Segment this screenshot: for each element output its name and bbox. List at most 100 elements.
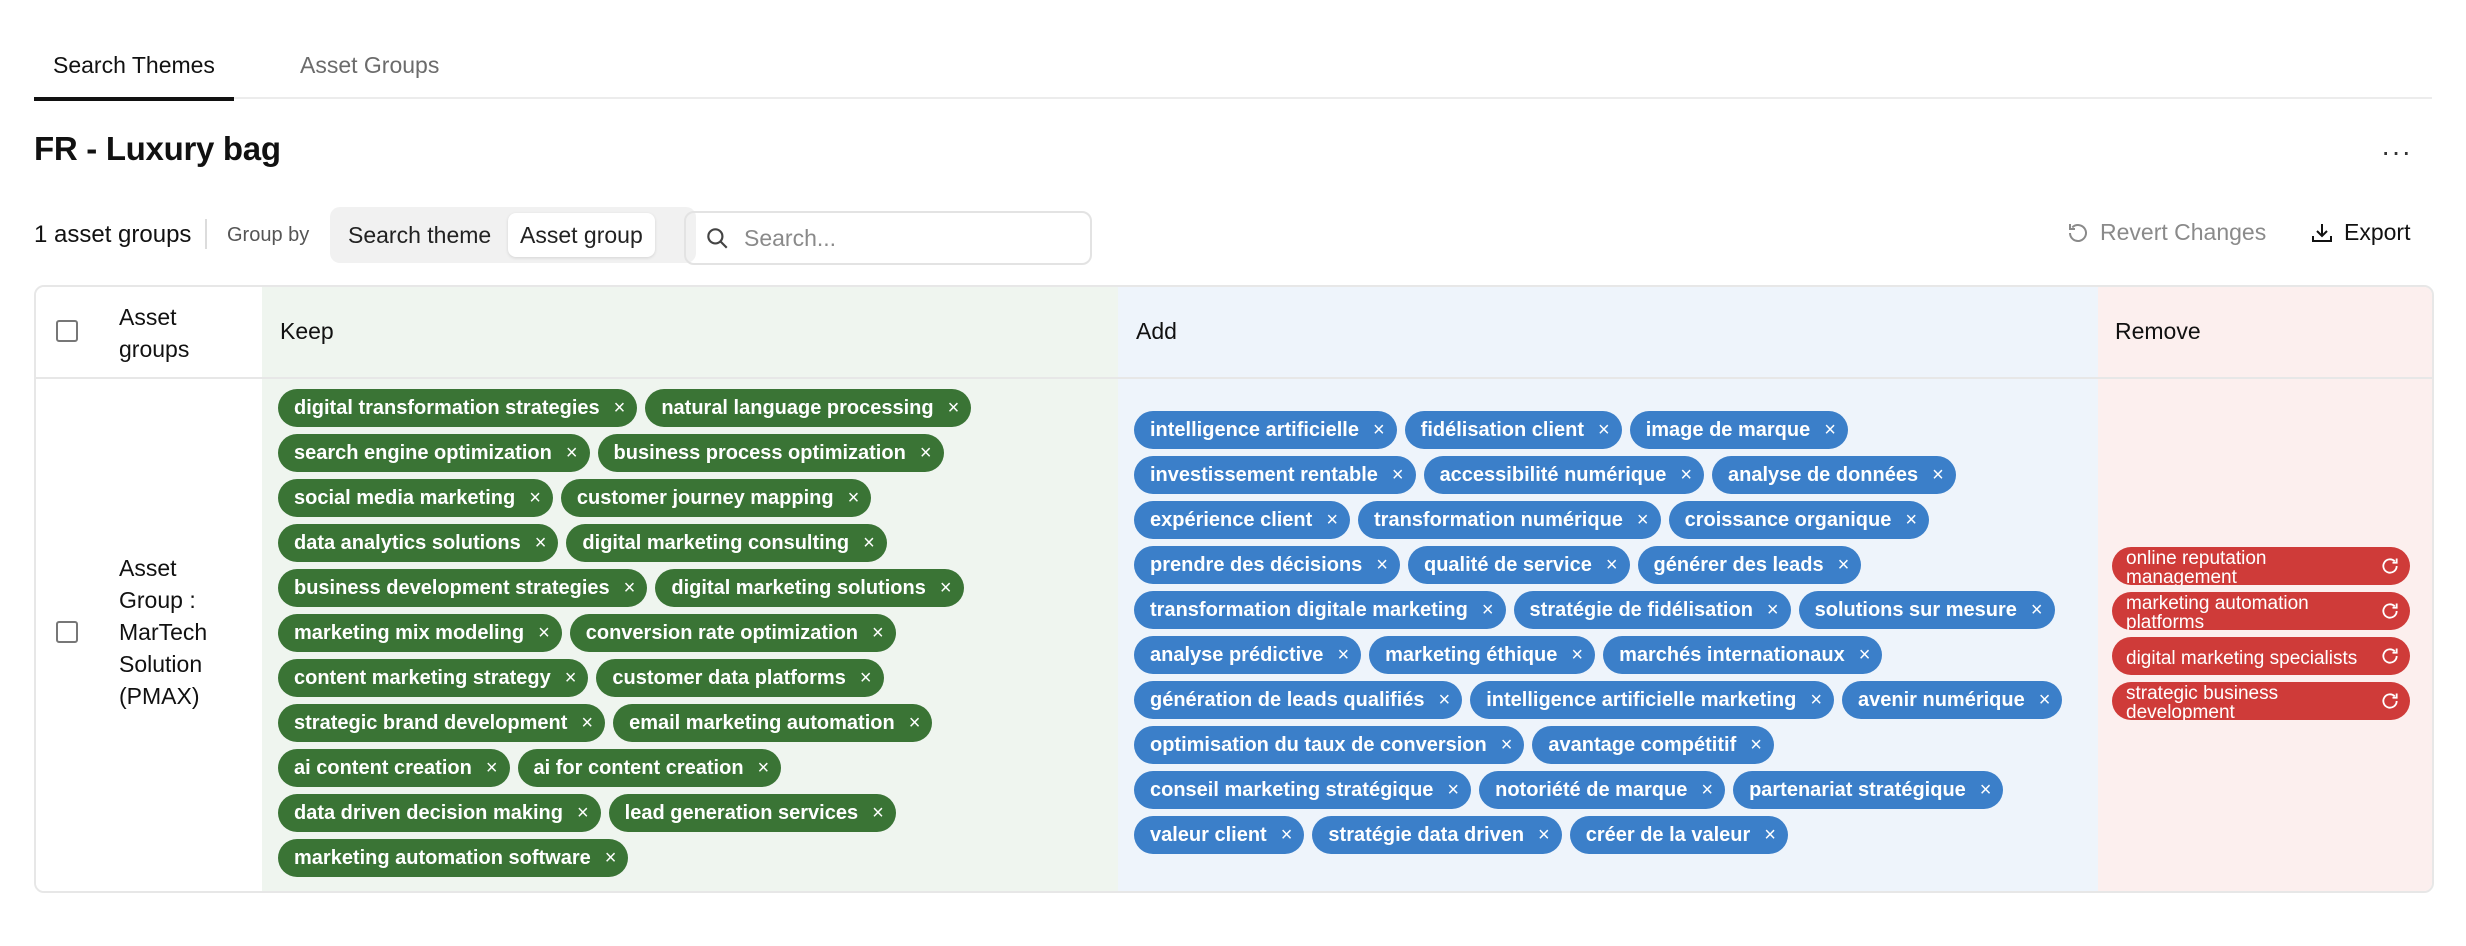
add-chip[interactable]: intelligence artificielle marketing × [1470, 681, 1835, 719]
add-chip[interactable]: avantage compétitif × [1532, 726, 1774, 764]
keep-chip[interactable]: business development strategies × [278, 569, 648, 607]
close-icon[interactable]: × [948, 397, 960, 420]
add-chip[interactable]: optimisation du taux de conversion × [1134, 726, 1525, 764]
keep-chip[interactable]: marketing mix modeling × [278, 614, 562, 652]
keep-chip[interactable]: email marketing automation × [613, 704, 933, 742]
close-icon[interactable]: × [577, 802, 589, 825]
keep-chip[interactable]: business process optimization × [597, 434, 944, 472]
remove-chip[interactable]: online reputation management [2112, 547, 2410, 585]
keep-chip[interactable]: marketing automation software × [278, 839, 629, 877]
export-button[interactable]: Export [2310, 219, 2410, 246]
keep-chip[interactable]: lead generation services × [608, 794, 896, 832]
remove-chip[interactable]: marketing automation platforms [2112, 592, 2410, 630]
close-icon[interactable]: × [848, 487, 860, 510]
close-icon[interactable]: × [1571, 644, 1583, 667]
restore-icon[interactable] [2380, 601, 2400, 621]
close-icon[interactable]: × [2039, 689, 2051, 712]
close-icon[interactable]: × [1859, 644, 1871, 667]
add-chip[interactable]: créer de la valeur × [1569, 816, 1788, 854]
close-icon[interactable]: × [1767, 599, 1779, 622]
add-chip[interactable]: génération de leads qualifiés × [1134, 681, 1463, 719]
close-icon[interactable]: × [529, 487, 541, 510]
close-icon[interactable]: × [535, 532, 547, 555]
keep-chip[interactable]: conversion rate optimization × [569, 614, 896, 652]
add-chip[interactable]: prendre des décisions × [1134, 546, 1400, 584]
group-by-search-theme[interactable]: Search theme [336, 213, 503, 257]
add-chip[interactable]: stratégie data driven × [1312, 816, 1562, 854]
close-icon[interactable]: × [1764, 824, 1776, 847]
close-icon[interactable]: × [1750, 734, 1762, 757]
add-chip[interactable]: notoriété de marque × [1479, 771, 1726, 809]
close-icon[interactable]: × [1838, 554, 1850, 577]
row-checkbox[interactable] [56, 621, 78, 643]
more-options-button[interactable]: ··· [2381, 136, 2412, 168]
add-chip[interactable]: conseil marketing stratégique × [1134, 771, 1472, 809]
close-icon[interactable]: × [566, 442, 578, 465]
keep-chip[interactable]: search engine optimization × [278, 434, 590, 472]
close-icon[interactable]: × [1598, 419, 1610, 442]
keep-chip[interactable]: social media marketing × [278, 479, 553, 517]
add-chip[interactable]: transformation numérique × [1358, 501, 1661, 539]
add-chip[interactable]: croissance organique × [1668, 501, 1930, 539]
close-icon[interactable]: × [1810, 689, 1822, 712]
add-chip[interactable]: intelligence artificielle × [1134, 411, 1397, 449]
close-icon[interactable]: × [1680, 464, 1692, 487]
add-chip[interactable]: transformation digitale marketing × [1134, 591, 1506, 629]
keep-chip[interactable]: data driven decision making × [278, 794, 601, 832]
search-input[interactable] [742, 219, 1076, 257]
restore-icon[interactable] [2380, 556, 2400, 576]
close-icon[interactable]: × [1701, 779, 1713, 802]
close-icon[interactable]: × [1337, 644, 1349, 667]
close-icon[interactable]: × [1905, 509, 1917, 532]
add-chip[interactable]: qualité de service × [1407, 546, 1630, 584]
tab-asset-groups[interactable]: Asset Groups [281, 30, 458, 97]
keep-chip[interactable]: strategic brand development × [278, 704, 606, 742]
close-icon[interactable]: × [624, 577, 636, 600]
close-icon[interactable]: × [581, 712, 593, 735]
close-icon[interactable]: × [1606, 554, 1618, 577]
keep-chip[interactable]: ai for content creation × [517, 749, 782, 787]
close-icon[interactable]: × [1932, 464, 1944, 487]
close-icon[interactable]: × [1376, 554, 1388, 577]
add-chip[interactable]: marchés internationaux × [1603, 636, 1883, 674]
close-icon[interactable]: × [758, 757, 770, 780]
close-icon[interactable]: × [565, 667, 577, 690]
add-chip[interactable]: analyse prédictive × [1134, 636, 1362, 674]
keep-chip[interactable]: natural language processing × [645, 389, 972, 427]
close-icon[interactable]: × [860, 667, 872, 690]
add-chip[interactable]: stratégie de fidélisation × [1513, 591, 1791, 629]
restore-icon[interactable] [2380, 691, 2400, 711]
close-icon[interactable]: × [1637, 509, 1649, 532]
tab-search-themes[interactable]: Search Themes [34, 30, 234, 101]
keep-chip[interactable]: digital marketing consulting × [566, 524, 887, 562]
add-chip[interactable]: générer des leads × [1637, 546, 1862, 584]
add-chip[interactable]: solutions sur mesure × [1798, 591, 2055, 629]
close-icon[interactable]: × [1447, 779, 1459, 802]
close-icon[interactable]: × [1824, 419, 1836, 442]
close-icon[interactable]: × [872, 622, 884, 645]
close-icon[interactable]: × [605, 847, 617, 870]
remove-chip[interactable]: digital marketing specialists [2112, 637, 2410, 675]
remove-chip[interactable]: strategic business development [2112, 682, 2410, 720]
keep-chip[interactable]: customer data platforms × [596, 659, 884, 697]
close-icon[interactable]: × [940, 577, 952, 600]
close-icon[interactable]: × [1439, 689, 1451, 712]
add-chip[interactable]: avenir numérique × [1842, 681, 2063, 719]
close-icon[interactable]: × [614, 397, 626, 420]
close-icon[interactable]: × [863, 532, 875, 555]
keep-chip[interactable]: digital marketing solutions × [655, 569, 964, 607]
keep-chip[interactable]: content marketing strategy × [278, 659, 589, 697]
close-icon[interactable]: × [1281, 824, 1293, 847]
add-chip[interactable]: investissement rentable × [1134, 456, 1416, 494]
close-icon[interactable]: × [920, 442, 932, 465]
add-chip[interactable]: expérience client × [1134, 501, 1350, 539]
restore-icon[interactable] [2380, 646, 2400, 666]
add-chip[interactable]: valeur client × [1134, 816, 1305, 854]
group-by-asset-group[interactable]: Asset group [508, 213, 655, 257]
close-icon[interactable]: × [538, 622, 550, 645]
close-icon[interactable]: × [486, 757, 498, 780]
close-icon[interactable]: × [872, 802, 884, 825]
close-icon[interactable]: × [1392, 464, 1404, 487]
add-chip[interactable]: partenariat stratégique × [1733, 771, 2004, 809]
add-chip[interactable]: fidélisation client × [1404, 411, 1622, 449]
